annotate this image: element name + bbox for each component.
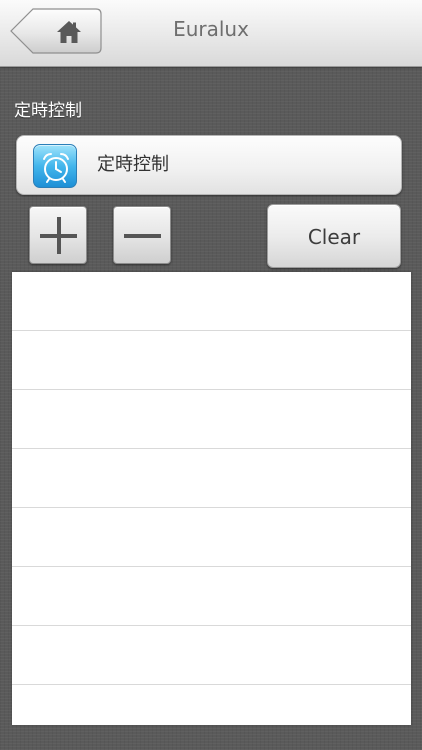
timer-list-row-2[interactable] [12, 331, 411, 390]
timer-list-row-6[interactable] [12, 567, 411, 626]
timer-list-row-4[interactable] [12, 449, 411, 508]
header-bar: Euralux [0, 0, 422, 67]
timer-list-row-7[interactable] [12, 626, 411, 685]
timer-list-row-1[interactable] [12, 272, 411, 331]
timer-list-row-8[interactable] [12, 685, 411, 725]
timer-list-row-3[interactable] [12, 390, 411, 449]
clear-button[interactable]: Clear [267, 204, 401, 268]
remove-timer-button[interactable] [113, 206, 171, 264]
alarm-clock-icon [33, 144, 77, 188]
page-title: Euralux [173, 17, 249, 41]
timer-list-row-5[interactable] [12, 508, 411, 567]
timer-control-label: 定時控制 [97, 154, 169, 175]
minus-icon [124, 234, 161, 238]
plus-icon [40, 217, 77, 254]
section-label: 定時控制 [14, 101, 82, 121]
timer-list[interactable] [12, 272, 411, 725]
add-timer-button[interactable] [29, 206, 87, 264]
timer-control-selector[interactable]: 定時控制 [16, 135, 402, 195]
